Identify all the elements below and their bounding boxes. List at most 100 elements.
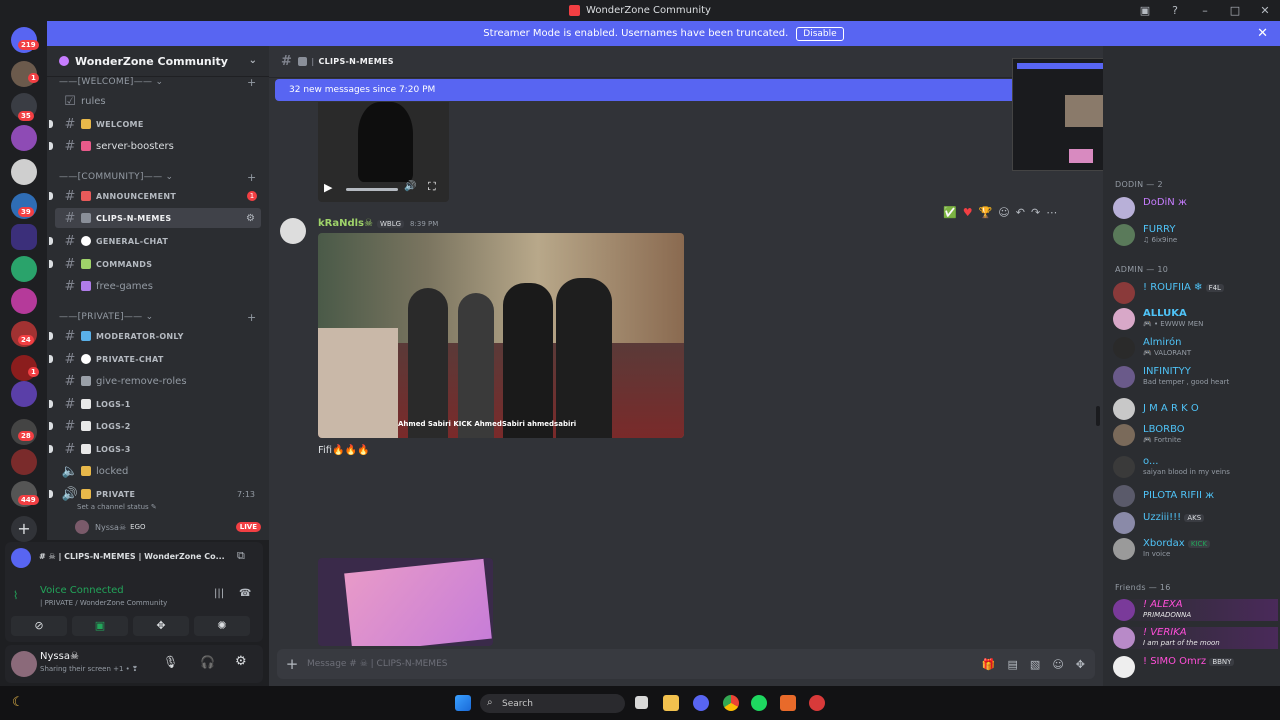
play-icon[interactable]: ▶ [324,181,332,194]
category-private[interactable]: ——[PRIVATE]—— ⌄ + [59,311,256,324]
inbox-icon[interactable]: ▣ [1130,4,1160,17]
help-icon[interactable]: ? [1160,4,1190,17]
voice-connected-label[interactable]: Voice Connected [40,585,124,596]
signal-icon[interactable]: ⌇ [13,589,18,602]
member-row[interactable]: Xbordax KICK In voice [1113,538,1278,560]
chrome-icon[interactable] [723,695,739,711]
member-row[interactable]: ! SIMO Omrz BBNY [1113,656,1278,678]
avatar[interactable] [280,218,306,244]
channel-general-chat[interactable]: # GENERAL-CHAT [49,231,261,251]
member-row[interactable]: Almirón 🎮 VALORANT [1113,337,1278,359]
server-icon[interactable] [11,381,37,407]
member-row[interactable]: ! ROUFIIA ❄ F4L [1113,282,1278,304]
disable-streamer-mode-button[interactable]: Disable [796,26,844,41]
category-community[interactable]: ——[COMMUNITY]—— ⌄ + [59,171,256,184]
add-attachment-icon[interactable]: + [277,655,307,673]
new-messages-bar[interactable]: 32 new messages since 7:20 PM [275,79,1095,101]
channel-logs-3[interactable]: # LOGS-3 [49,439,261,459]
discord-app-icon[interactable] [693,695,709,711]
emoji-icon[interactable]: ☺ [1052,658,1063,671]
server-icon[interactable] [11,125,37,151]
member-row[interactable]: LBORBO 🎮 Fortnite [1113,424,1278,446]
member-row[interactable]: Uzziii!!! AKS [1113,512,1278,534]
add-channel-icon[interactable]: + [247,171,257,184]
voice-user-row[interactable]: Nyssa☠ EGO LIVE [75,519,261,535]
add-channel-icon[interactable]: + [247,311,257,324]
message-composer[interactable]: + Message # ☠ | CLIPS-N-MEMES 🎁 ▤ ▧ ☺ ✥ [277,649,1095,679]
windows-start-icon[interactable] [455,695,471,711]
fullscreen-icon[interactable]: ⛶ [428,180,436,194]
reply-icon[interactable]: ↶ [1016,206,1025,219]
server-icon[interactable] [11,449,37,475]
sticker-icon[interactable]: ▧ [1030,658,1040,671]
member-row[interactable]: FURRY ♫ 6ix9ine [1113,224,1278,246]
member-row[interactable]: ! ALEXA PRIMADONNA [1113,599,1278,621]
channel-logs-1[interactable]: # LOGS-1 [49,394,261,414]
forward-icon[interactable]: ↷ [1031,206,1040,219]
member-row[interactable]: PILOTA RIFII ж [1113,485,1278,507]
message-author[interactable]: kRaNdls☠ [318,218,373,229]
camera-off-button[interactable]: ⊘ [11,616,67,636]
member-row[interactable]: ! VERIKA I am part of the moon [1113,627,1278,649]
member-row[interactable]: INFINITYY Bad temper , good heart [1113,366,1278,388]
channel-commands[interactable]: # COMMANDS [49,254,261,274]
server-icon[interactable] [11,159,37,185]
app-icon[interactable] [780,695,796,711]
check-reaction-icon[interactable]: ✅ [943,206,957,219]
app-icon[interactable] [809,695,825,711]
banner-close-icon[interactable]: ✕ [1257,26,1268,41]
close-window-button[interactable]: ✕ [1250,4,1280,17]
task-view-icon[interactable] [635,696,648,709]
add-channel-icon[interactable]: + [247,76,257,89]
image-attachment[interactable] [318,558,493,646]
minimize-button[interactable]: – [1190,4,1220,17]
more-options-icon[interactable]: ⋯ [1046,206,1057,219]
server-icon[interactable] [11,288,37,314]
channel-rules[interactable]: ☑ rules [55,91,261,111]
avatar[interactable] [11,651,37,677]
channel-give-remove-roles[interactable]: # give-remove-roles [55,371,261,391]
trophy-reaction-icon[interactable]: 🏆 [979,206,993,219]
image-attachment[interactable]: Ahmed Sabiri KICK AhmedSabiri ahmedsabir… [318,233,684,438]
apps-icon[interactable]: ✥ [1076,658,1085,671]
spotify-icon[interactable] [751,695,767,711]
noise-suppression-icon[interactable]: ||| [214,588,224,599]
add-server-icon[interactable]: + [11,516,37,542]
volume-icon[interactable]: 🔊 [404,181,416,192]
maximize-button[interactable]: □ [1220,4,1250,17]
channel-server-boosters[interactable]: # server-boosters [49,136,261,156]
server-header[interactable]: WonderZone Community ⌄ [47,46,269,77]
gear-icon[interactable]: ⚙ [235,654,247,669]
channel-clips-n-memes[interactable]: # CLIPS-N-MEMES ⚙ [55,208,261,228]
channel-logs-2[interactable]: # LOGS-2 [49,416,261,436]
channel-moderator-only[interactable]: # MODERATOR-ONLY [49,326,261,346]
taskbar-search[interactable]: ⌕ Search [480,694,625,713]
message-input[interactable]: Message # ☠ | CLIPS-N-MEMES [307,659,447,669]
server-icon[interactable] [11,256,37,282]
gift-icon[interactable]: 🎁 [982,658,996,671]
voice-channel-private[interactable]: 🔊 PRIVATE 7:13 [49,484,261,504]
channel-announcement[interactable]: # ANNOUNCEMENT 1 [49,186,261,206]
disconnect-icon[interactable]: ☎ [239,588,251,599]
volume-slider[interactable] [346,188,398,191]
member-row[interactable]: J M A R K O [1113,398,1278,420]
chevron-down-icon[interactable]: ⌄ [249,55,257,66]
set-channel-status[interactable]: Set a channel status ✎ [77,503,157,511]
channel-settings-icon[interactable]: ⚙ [246,213,255,224]
heart-reaction-icon[interactable]: ♥ [963,206,973,219]
moon-weather-icon[interactable]: ☾ [12,695,24,710]
category-welcome[interactable]: ——[WELCOME]—— ⌄ + [59,76,256,89]
member-row[interactable]: DoDiN ж [1113,197,1278,219]
microphone-icon[interactable]: 🎙 [163,655,178,669]
popout-icon[interactable]: ⧉ [237,549,245,563]
channel-welcome[interactable]: # WELCOME [49,114,261,134]
channel-private-chat[interactable]: # PRIVATE-CHAT [49,349,261,369]
scrollbar[interactable] [1096,406,1100,426]
activities-button[interactable]: ✥ [133,616,189,636]
channel-free-games[interactable]: # free-games [55,276,261,296]
voice-channel-locked[interactable]: 🔈 locked [55,461,261,481]
video-attachment[interactable]: ▶ 🔊 ⛶ [318,102,449,202]
member-row[interactable]: ALLUKA 🎮 • EWWW MEN [1113,308,1278,330]
headphones-icon[interactable]: 🎧 [200,655,215,669]
screen-share-button[interactable]: ▣ [72,616,128,636]
